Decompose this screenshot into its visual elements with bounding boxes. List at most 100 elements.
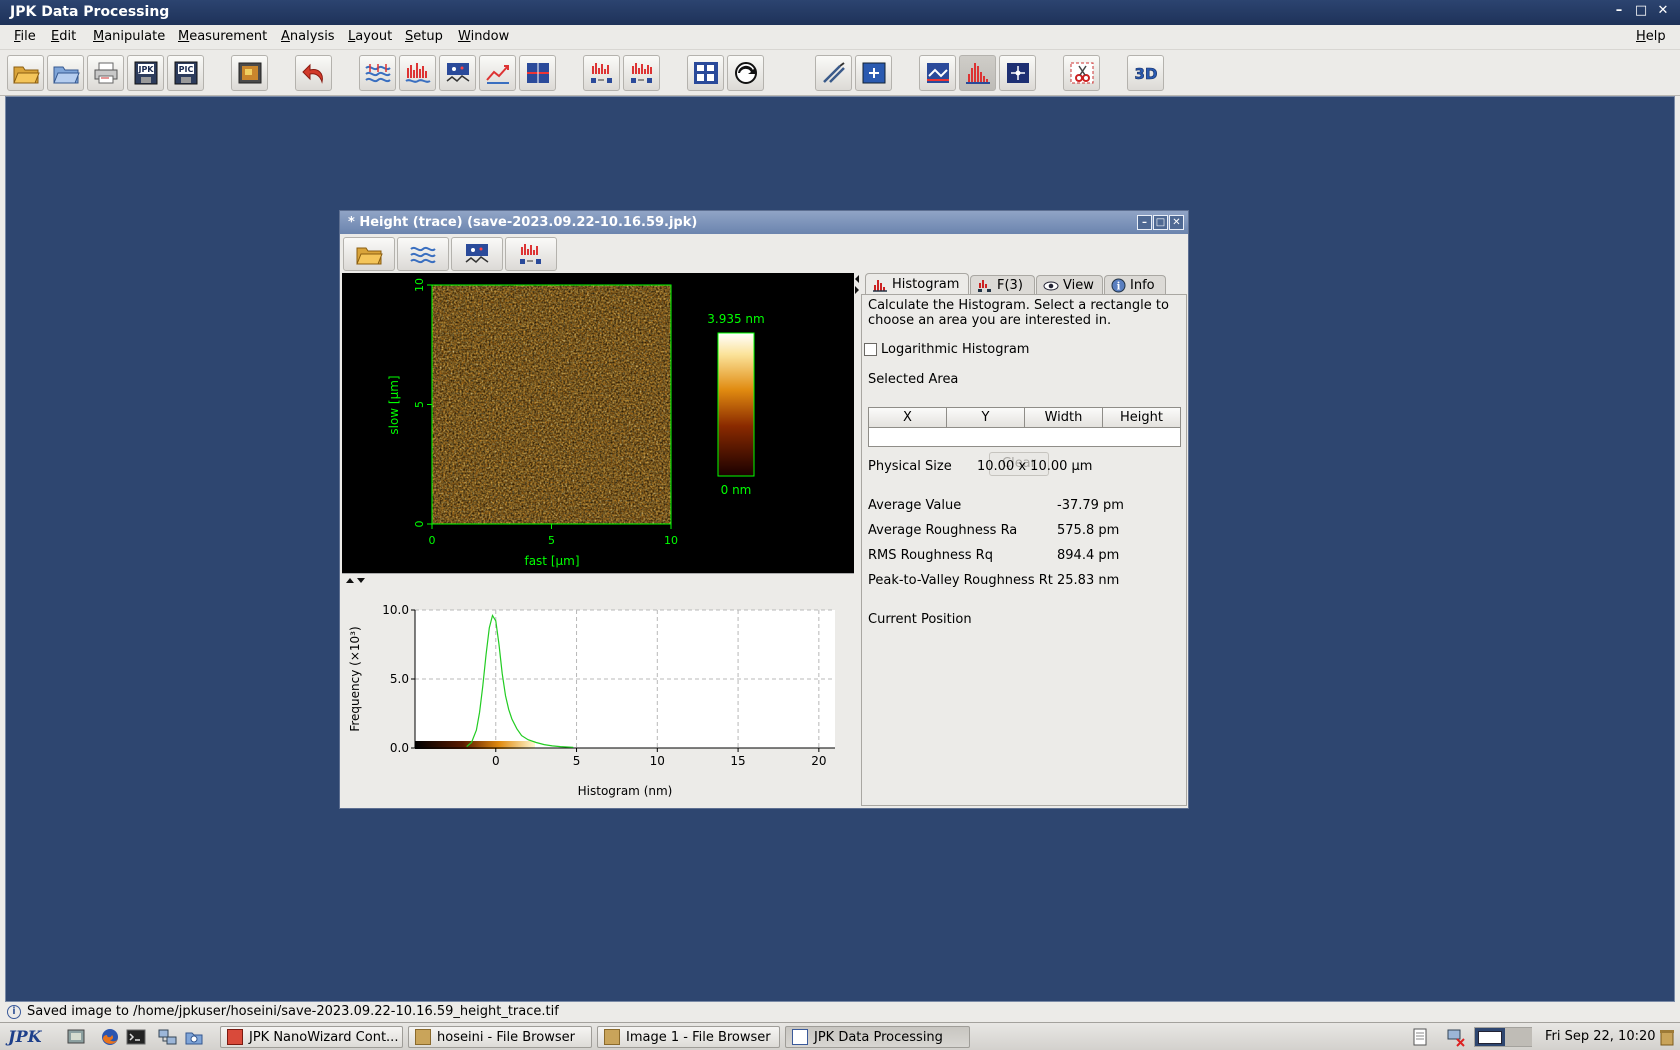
tab-info[interactable]: i Info xyxy=(1104,275,1166,295)
histogram-batch-button[interactable] xyxy=(583,55,620,91)
leveling-bars-icon xyxy=(404,63,431,83)
menu-file[interactable]: File xyxy=(14,29,36,44)
logarithmic-histogram-checkbox[interactable] xyxy=(864,343,877,356)
vertical-splitter[interactable] xyxy=(854,273,861,807)
refresh-circle-icon xyxy=(734,62,757,84)
col-header-width[interactable]: Width xyxy=(1025,408,1103,428)
menu-edit[interactable]: Edit xyxy=(51,29,76,44)
save-pic-button[interactable]: PIC xyxy=(167,55,204,91)
menu-manipulate[interactable]: Manipulate xyxy=(93,29,165,44)
task-hoseini-file-browser[interactable]: hoseini - File Browser xyxy=(408,1026,592,1048)
afm-image-plot[interactable]: 0 5 10 0 5 10 slow [µm] fast [µm] 3.935 nm 0 … xyxy=(342,273,854,573)
close-icon[interactable]: ✕ xyxy=(1654,2,1672,20)
three-d-icon: 3D xyxy=(1134,65,1157,84)
terminal-icon[interactable] xyxy=(126,1027,146,1047)
window-flatten-button[interactable] xyxy=(397,237,449,271)
menu-measurement[interactable]: Measurement xyxy=(178,29,267,44)
tab-histogram[interactable]: Histogram xyxy=(865,273,969,295)
histogram-y-tick-label: 10.0 xyxy=(382,603,409,617)
open-batch-button[interactable] xyxy=(47,55,84,91)
network-disconnected-icon[interactable] xyxy=(1446,1027,1466,1047)
undo-button[interactable] xyxy=(295,55,332,91)
afm-height-map[interactable] xyxy=(432,285,671,524)
window-maximize-icon[interactable]: □ xyxy=(1153,215,1168,230)
menu-bar: File Edit Manipulate Measurement Analysi… xyxy=(0,25,1680,50)
refresh-button[interactable] xyxy=(727,55,764,91)
workspace-switcher[interactable] xyxy=(1474,1027,1532,1047)
zoom-region-button[interactable] xyxy=(855,55,892,91)
tab-view[interactable]: View xyxy=(1036,275,1103,295)
show-desktop-icon[interactable] xyxy=(66,1027,86,1047)
menu-setup[interactable]: Setup xyxy=(405,29,443,44)
workspace-2[interactable] xyxy=(1505,1028,1532,1046)
histogram-x-tick-label: 20 xyxy=(811,754,826,768)
trend-button[interactable] xyxy=(479,55,516,91)
window-correction-button[interactable] xyxy=(451,237,503,271)
workspace-1[interactable] xyxy=(1478,1031,1502,1044)
firefox-icon[interactable] xyxy=(100,1027,120,1047)
notes-tray-icon[interactable] xyxy=(1410,1027,1430,1047)
svg-text:i: i xyxy=(1117,282,1121,293)
function-icon xyxy=(978,279,991,292)
horizontal-splitter[interactable] xyxy=(342,573,854,583)
maximize-icon[interactable]: □ xyxy=(1632,2,1650,20)
trash-icon[interactable] xyxy=(1658,1027,1676,1047)
histogram-compare-button[interactable] xyxy=(623,55,660,91)
folder-blue-icon xyxy=(52,66,80,84)
task-image1-file-browser[interactable]: Image 1 - File Browser xyxy=(597,1026,780,1048)
cantilever-icon xyxy=(822,62,845,83)
data-correction-button[interactable] xyxy=(439,55,476,91)
line-leveling-button[interactable] xyxy=(399,55,436,91)
afm-y-tick-label: 5 xyxy=(413,401,426,408)
window-open-button[interactable] xyxy=(343,237,395,271)
jpk-start-logo[interactable]: JPK xyxy=(8,1027,42,1046)
profile-button[interactable] xyxy=(919,55,956,91)
peak-valley-roughness-value: 25.83 nm xyxy=(1057,573,1120,588)
printer-icon xyxy=(94,62,117,84)
network-computers-icon[interactable] xyxy=(158,1027,178,1047)
layout-grid-button[interactable] xyxy=(687,55,724,91)
window-minimize-icon[interactable]: – xyxy=(1137,215,1152,230)
image-view-button[interactable] xyxy=(231,55,268,91)
task-jpk-nanowizard[interactable]: JPK NanoWizard Cont... xyxy=(220,1026,403,1048)
afm-image-view[interactable]: 0 5 10 0 5 10 slow [µm] fast [µm] 3.935 nm 0 … xyxy=(342,273,854,573)
window-histogram-batch-button[interactable] xyxy=(505,237,557,271)
three-d-view-button[interactable]: 3D xyxy=(1127,55,1164,91)
scan-correct-icon xyxy=(446,63,469,83)
cross-section-button[interactable] xyxy=(519,55,556,91)
cut-button[interactable] xyxy=(1063,55,1100,91)
average-roughness-value: 575.8 pm xyxy=(1057,523,1120,538)
col-header-height[interactable]: Height xyxy=(1103,408,1180,428)
flatten-button[interactable] xyxy=(359,55,396,91)
save-jpk-button[interactable]: JPK xyxy=(127,55,164,91)
current-position-label: Current Position xyxy=(868,612,972,627)
selected-area-table[interactable]: X Y Width Height xyxy=(868,407,1181,447)
image-window-title-bar[interactable]: * Height (trace) (save-2023.09.22-10.16.… xyxy=(340,211,1188,234)
menu-help[interactable]: Help xyxy=(1636,29,1666,44)
cantilever-button[interactable] xyxy=(815,55,852,91)
col-header-y[interactable]: Y xyxy=(947,408,1025,428)
afm-y-axis-label: slow [µm] xyxy=(387,375,401,434)
crosshair-star-icon xyxy=(1006,63,1029,83)
main-toolbar: JPK PIC 3D xyxy=(0,50,1680,96)
menu-layout[interactable]: Layout xyxy=(348,29,392,44)
window-close-icon[interactable]: ✕ xyxy=(1169,215,1184,230)
task-jpk-data-processing[interactable]: JPK Data Processing xyxy=(785,1026,970,1048)
average-roughness-label: Average Roughness Ra xyxy=(868,523,1018,538)
menu-analysis[interactable]: Analysis xyxy=(281,29,335,44)
histogram-x-axis-label: Histogram (nm) xyxy=(578,784,673,798)
menu-window[interactable]: Window xyxy=(458,29,509,44)
afm-y-tick-label: 0 xyxy=(413,521,426,528)
point-marker-button[interactable] xyxy=(999,55,1036,91)
minimize-icon[interactable]: – xyxy=(1610,2,1628,20)
col-header-x[interactable]: X xyxy=(869,408,947,428)
clock[interactable]: Fri Sep 22, 10:20 xyxy=(1545,1029,1656,1044)
file-manager-icon[interactable] xyxy=(184,1027,204,1047)
histogram-button[interactable] xyxy=(959,55,996,91)
print-button[interactable] xyxy=(87,55,124,91)
open-folder-button[interactable] xyxy=(7,55,44,91)
histogram-plot[interactable]: 0 5 10 15 20 0.0 5.0 10.0 Histogram (nm) Freque… xyxy=(342,583,854,807)
vsplit-arrows-icon[interactable] xyxy=(854,273,861,297)
tab-function[interactable]: F(3) xyxy=(970,275,1035,295)
file-browser-icon xyxy=(415,1029,431,1045)
